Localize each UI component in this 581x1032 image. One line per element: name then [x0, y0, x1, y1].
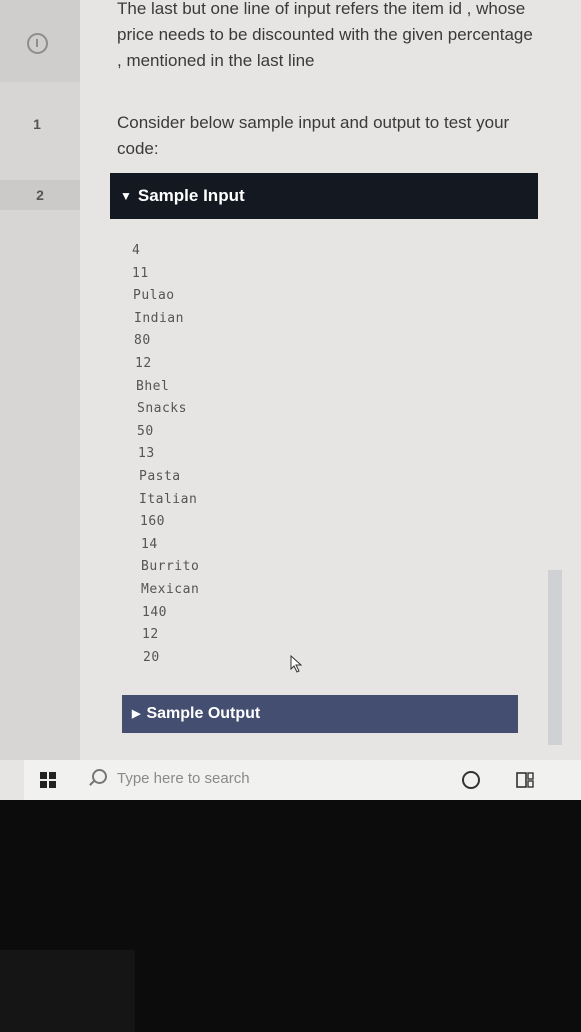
sample-input-line: Burrito — [141, 559, 200, 575]
sample-input-line: Italian — [139, 491, 198, 507]
sample-input-line: Mexican — [141, 581, 200, 597]
sample-input-line: Indian — [134, 310, 184, 326]
problem-paragraph-sample-intro: Consider below sample input and output t… — [117, 113, 510, 158]
sample-input-line: 13 — [138, 446, 155, 462]
task-view-icon[interactable] — [516, 771, 536, 789]
screen: 1 2 The last but one line of input refer… — [0, 0, 581, 800]
sample-input-line: Pulao — [133, 288, 175, 304]
sample-input-line: 12 — [142, 627, 159, 643]
sample-input-line: 20 — [143, 649, 160, 665]
sample-input-line: 160 — [140, 514, 165, 530]
taskbar-search-input[interactable]: Type here to search — [117, 770, 250, 787]
caret-right-icon: ▶ — [132, 708, 141, 720]
sample-input-label: Sample Input — [137, 186, 245, 205]
windows-start-icon[interactable] — [40, 772, 56, 788]
mouse-pointer-icon — [290, 654, 304, 678]
windows-taskbar: Type here to search — [24, 760, 581, 800]
sample-input-block: 4 11 Pulao Indian 80 12 Bhel Snacks 50 1… — [132, 240, 199, 669]
background-surface — [0, 950, 135, 1032]
sample-input-line: 12 — [135, 355, 152, 371]
sample-input-line: 4 — [132, 243, 141, 258]
sample-input-line: 11 — [132, 265, 149, 281]
sample-input-line: 80 — [134, 333, 151, 349]
search-icon — [92, 769, 107, 784]
scrollbar-thumb[interactable] — [548, 570, 562, 745]
sample-input-toggle[interactable]: ▼ Sample Input — [110, 173, 538, 219]
sample-output-toggle[interactable]: ▶ Sample Output — [122, 695, 518, 733]
info-tab[interactable] — [0, 0, 80, 82]
sample-input-line: 140 — [142, 604, 167, 620]
sample-input-line: Pasta — [139, 468, 181, 484]
sample-input-line: 50 — [137, 423, 154, 439]
question-nav-rail: 1 2 — [0, 0, 80, 760]
info-icon — [27, 33, 48, 54]
sample-input-line: Snacks — [137, 401, 187, 417]
question-nav-item-2[interactable]: 2 — [0, 180, 80, 210]
sample-input-line: 14 — [141, 536, 158, 552]
question-nav-item-1[interactable]: 1 — [0, 116, 77, 132]
sample-input-line: Bhel — [136, 378, 170, 394]
caret-down-icon: ▼ — [120, 189, 132, 203]
cortana-icon[interactable] — [462, 771, 480, 789]
problem-paragraph: The last but one line of input refers th… — [117, 0, 533, 70]
sample-output-label: Sample Output — [146, 705, 261, 722]
